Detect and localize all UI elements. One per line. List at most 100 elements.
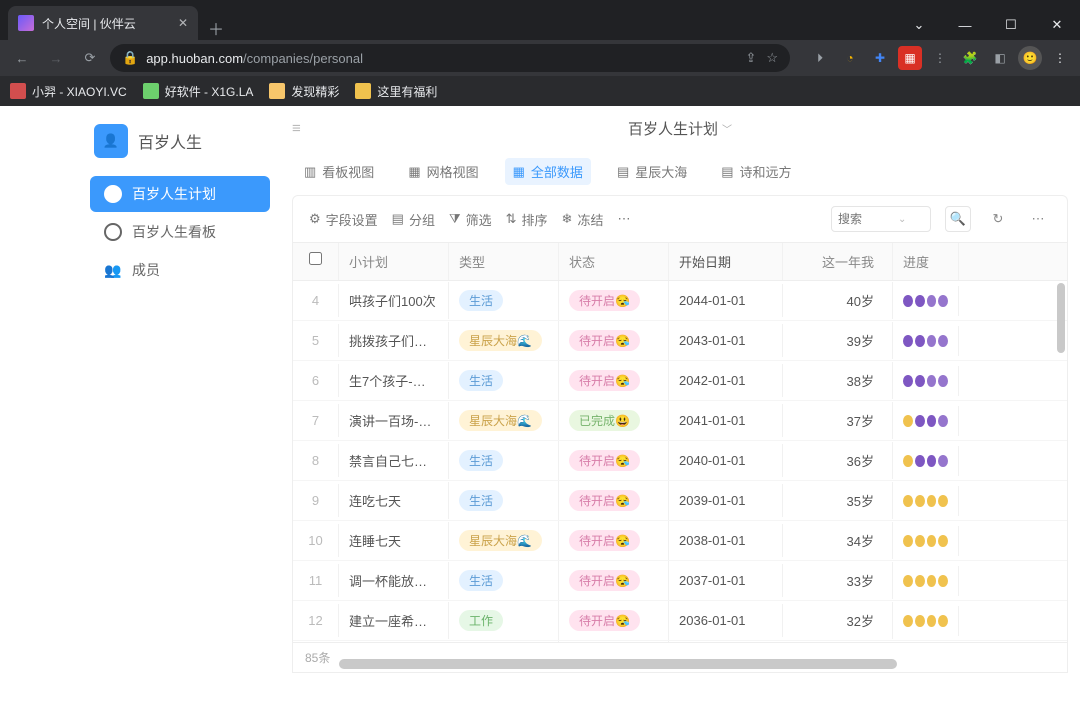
refresh-icon[interactable]: ↻ [985,206,1011,232]
browser-tab[interactable]: 个人空间 | 伙伴云 ✕ [8,6,198,40]
column-header[interactable]: 这一年我 [783,243,893,280]
table-row[interactable]: 9 连吃七天 生活 待开启😪 2039-01-01 35岁 [293,481,1067,521]
fields-button[interactable]: ⚙字段设置 [309,210,378,229]
ext-icon-1[interactable]: ⏵ [808,46,832,70]
freeze-button[interactable]: ❄冻结 [562,210,604,229]
ext-icon-5[interactable]: ⋮ [928,46,952,70]
search-icon[interactable]: 🔍 [945,206,971,232]
table-row[interactable]: 4 哄孩子们100次 生活 待开启😪 2044-01-01 40岁 [293,281,1067,321]
reload-button[interactable]: ⟳ [76,44,104,72]
cell-date: 2041-01-01 [669,404,783,437]
column-header[interactable]: 状态 [559,243,669,280]
cell-plan: 连吃七天 [339,482,449,519]
ext-icon-3[interactable]: ✚ [868,46,892,70]
row-count: 85条 [305,651,330,665]
search-input[interactable] [838,212,898,226]
row-number: 10 [293,524,339,557]
sidebar-item[interactable]: 百岁人生计划 [90,176,270,212]
chevron-down-icon[interactable]: ⌄ [896,10,942,40]
more-tool-button[interactable]: ⋯ [617,211,630,227]
vertical-scrollbar[interactable] [1057,283,1065,353]
table-row[interactable]: 11 调一杯能放倒所有… 生活 待开启😪 2037-01-01 33岁 [293,561,1067,601]
sidebar-item-label: 百岁人生计划 [132,184,216,204]
sidebar-item[interactable]: 百岁人生看板 [90,214,270,250]
extensions-icon[interactable]: 🧩 [958,46,982,70]
sort-button[interactable]: ⇅排序 [506,210,548,229]
ext-icon-2[interactable]: ◔ [838,46,862,70]
bookmark-favicon-icon [143,83,159,99]
ext-icon-6[interactable]: ◧ [988,46,1012,70]
cell-age: 38岁 [783,362,893,399]
cell-date: 2037-01-01 [669,564,783,597]
table-row[interactable]: 5 挑拨孩子们互殴1… 星辰大海🌊 待开启😪 2043-01-01 39岁 [293,321,1067,361]
table-row[interactable]: 8 禁言自己七天-我… 生活 待开启😪 2040-01-01 36岁 [293,441,1067,481]
row-number: 12 [293,604,339,637]
tab-label: 星辰大海 [635,162,687,181]
cell-status: 待开启😪 [559,441,669,480]
cell-date: 2044-01-01 [669,284,783,317]
back-button[interactable]: ← [8,44,36,72]
bookmark-item[interactable]: 发现精彩 [269,83,339,100]
group-button[interactable]: ▤分组 [392,210,435,229]
view-tab[interactable]: ▤ 诗和远方 [713,158,799,185]
cell-progress [893,606,959,636]
bookmark-label: 小羿 - XIAOYI.VC [32,83,127,100]
search-box[interactable]: ⌄ [831,206,931,232]
share-icon[interactable]: ⇪ [745,50,756,66]
star-icon[interactable]: ☆ [766,50,778,66]
row-number: 9 [293,484,339,517]
cell-age: 37岁 [783,402,893,439]
hamburger-icon[interactable]: ≡ [292,120,301,137]
ext-icon-4[interactable]: ▦ [898,46,922,70]
cell-type: 生活 [449,481,559,520]
menu-icon[interactable]: ⋮ [1048,46,1072,70]
column-header[interactable]: 进度 [893,243,959,280]
table-row[interactable]: 7 演讲一百场-传承… 星辰大海🌊 已完成😃 2041-01-01 37岁 [293,401,1067,441]
tab-icon: ▥ [304,164,316,180]
window-minimize-button[interactable]: — [942,10,988,40]
column-header[interactable]: 类型 [449,243,559,280]
cell-progress [893,326,959,356]
bookmark-item[interactable]: 这里有福利 [355,83,437,100]
tab-label: 诗和远方 [740,162,792,181]
sidebar-item-icon [104,223,122,241]
sidebar-item[interactable]: 👥 成员 [90,252,270,288]
table-row[interactable]: 6 生7个孩子-越多越… 生活 待开启😪 2042-01-01 38岁 [293,361,1067,401]
column-header[interactable]: 开始日期 [669,243,783,280]
cell-plan: 建立一座希望小学 [339,602,449,639]
cell-status: 待开启😪 [559,281,669,320]
bookmark-item[interactable]: 小羿 - XIAOYI.VC [10,83,127,100]
table-row[interactable]: 10 连睡七天 星辰大海🌊 待开启😪 2038-01-01 34岁 [293,521,1067,561]
forward-button[interactable]: → [42,44,70,72]
chevron-down-icon[interactable]: ⌄ [898,214,906,225]
cell-plan: 调一杯能放倒所有… [339,562,449,599]
window-maximize-button[interactable]: ☐ [988,10,1034,40]
chevron-down-icon[interactable]: ﹀ [722,121,732,136]
column-header[interactable] [293,243,339,280]
table-row[interactable]: 12 建立一座希望小学 工作 待开启😪 2036-01-01 32岁 [293,601,1067,641]
cell-type: 星辰大海🌊 [449,521,559,560]
view-tab[interactable]: ▤ 星辰大海 [609,158,695,185]
filter-button[interactable]: ⧩筛选 [449,210,492,229]
tab-icon: ▤ [617,164,629,180]
close-tab-icon[interactable]: ✕ [178,16,188,30]
page-title: 百岁人生计划 [628,118,718,139]
cell-age: 40岁 [783,282,893,319]
horizontal-scrollbar[interactable] [339,659,1055,669]
column-header[interactable]: 小计划 [339,243,449,280]
sidebar: 👤 百岁人生 百岁人生计划 百岁人生看板 👥 成员 [80,106,280,720]
address-bar[interactable]: 🔒 app.huoban.com/companies/personal ⇪ ☆ [110,44,790,72]
view-tab[interactable]: ▦ 全部数据 [505,158,591,185]
bookmarks-bar: 小羿 - XIAOYI.VC 好软件 - X1G.LA 发现精彩 这里有福利 [0,76,1080,106]
cell-type: 生活 [449,361,559,400]
cell-type: 生活 [449,561,559,600]
cell-status: 待开启😪 [559,361,669,400]
avatar-icon[interactable]: 🙂 [1018,46,1042,70]
view-tab[interactable]: ▦ 网格视图 [400,158,486,185]
window-close-button[interactable]: ✕ [1034,10,1080,40]
more-icon[interactable]: ⋯ [1025,206,1051,232]
new-tab-button[interactable]: ＋ [198,16,234,40]
select-all-checkbox[interactable] [309,252,322,265]
view-tab[interactable]: ▥ 看板视图 [296,158,382,185]
bookmark-item[interactable]: 好软件 - X1G.LA [143,83,254,100]
